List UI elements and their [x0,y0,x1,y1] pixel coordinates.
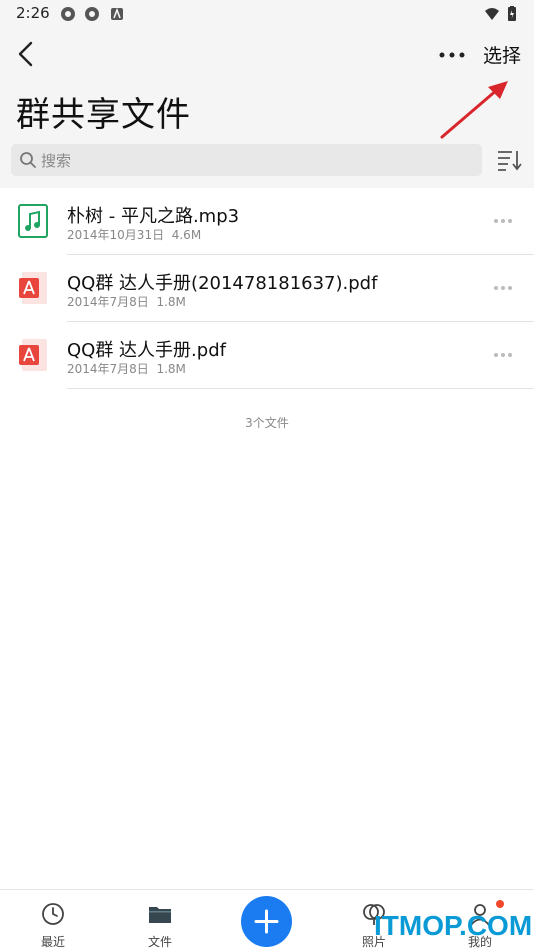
file-row[interactable]: 朴树 - 平凡之路.mp3 2014年10月31日 4.6M [0,188,534,255]
tab-label: 我的 [467,935,492,949]
add-button[interactable] [241,896,292,947]
file-row[interactable]: QQ群 达人手册(201478181637).pdf 2014年7月8日 1.8… [0,255,534,322]
wifi-icon [485,8,499,20]
file-name: QQ群 达人手册(201478181637).pdf [67,273,378,294]
notification-icon [61,7,75,21]
file-size: 4.6M [171,228,202,242]
battery-icon [508,6,516,21]
tab-photos[interactable]: 照片 [334,890,414,950]
more-options-icon[interactable] [437,47,467,63]
search-placeholder: 搜索 [41,152,72,170]
back-arrow-icon[interactable] [12,39,42,69]
more-options-icon[interactable] [493,285,513,291]
status-bar: 2:26 [0,0,534,27]
file-size: 1.8M [156,295,186,309]
file-name: 朴树 - 平凡之路.mp3 [67,206,240,227]
tab-label: 照片 [361,935,386,949]
file-row[interactable]: QQ群 达人手册.pdf 2014年7月8日 1.8M [0,322,534,389]
divider [67,388,534,389]
file-name: QQ群 达人手册.pdf [67,340,226,361]
bottom-tab-bar: 最近 文件 照片 我的 [0,889,534,950]
header: 选择 群共享文件 搜索 [0,27,534,188]
tab-recent[interactable]: 最近 [13,890,93,950]
search-input[interactable]: 搜索 [11,144,482,176]
tab-label: 文件 [147,935,172,949]
pdf-file-icon [19,272,47,304]
tab-label: 最近 [40,935,65,949]
plus-icon [254,909,279,934]
select-button[interactable]: 选择 [483,41,521,68]
person-icon [470,904,490,926]
tab-files[interactable]: 文件 [120,890,200,950]
file-date: 2014年7月8日 [67,362,149,376]
photo-icon [363,904,385,925]
clock-icon [42,903,64,925]
folder-icon [149,907,171,923]
pdf-file-icon [19,339,47,371]
tab-me[interactable]: 我的 [440,890,520,950]
file-date: 2014年7月8日 [67,295,149,309]
file-meta: 2014年7月8日 1.8M [67,293,186,310]
file-list: 朴树 - 平凡之路.mp3 2014年10月31日 4.6M QQ群 达人手册(… [0,188,534,389]
status-time: 2:26 [16,4,50,22]
music-file-icon [18,204,48,238]
more-options-icon[interactable] [493,218,513,224]
search-icon [20,152,36,168]
sort-icon[interactable] [496,148,522,172]
notification-icon [85,7,99,21]
file-size: 1.8M [156,362,186,376]
page-title: 群共享文件 [16,95,191,135]
file-date: 2014年10月31日 [67,228,165,242]
app-notification-icon [111,7,123,20]
more-options-icon[interactable] [493,352,513,358]
notification-badge [496,900,504,908]
file-meta: 2014年10月31日 4.6M [67,226,201,243]
file-count: 3个文件 [245,416,289,430]
file-meta: 2014年7月8日 1.8M [67,360,186,377]
